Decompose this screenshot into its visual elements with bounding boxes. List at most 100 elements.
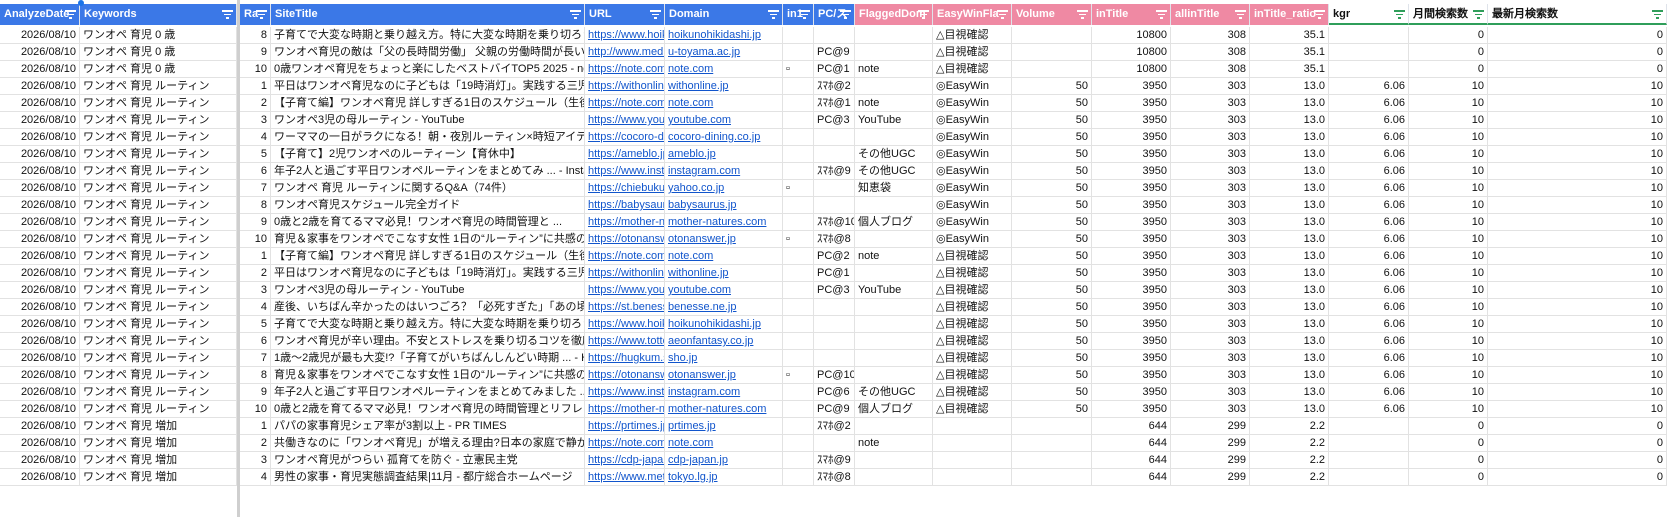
cell-easywin-flag[interactable]: ◎EasyWin <box>933 180 1012 196</box>
cell-allintitle[interactable]: 308 <box>1171 61 1250 77</box>
cell-kgr[interactable]: 6.06 <box>1329 95 1409 111</box>
cell-allintitle[interactable]: 303 <box>1171 163 1250 179</box>
cell-domain[interactable]: hoikunohikidashi.jp <box>665 27 783 43</box>
cell-keywords[interactable]: ワンオペ 育児 ルーティン <box>80 384 237 400</box>
cell-url[interactable]: https://prtimes.jp <box>585 418 665 434</box>
cell-easywin-flag[interactable]: △目視確認 <box>933 27 1012 43</box>
cell-volume[interactable]: 50 <box>1012 197 1092 213</box>
cell-keywords[interactable]: ワンオペ 育児 ルーティン <box>80 265 237 281</box>
cell-domain[interactable]: u-toyama.ac.jp <box>665 44 783 60</box>
cell-site-title[interactable]: ワンオペ育児の敵は「父の長時間労働」 父親の労働時間が長いほど <box>271 44 585 60</box>
cell-url[interactable]: https://www.instagram.com <box>585 163 665 179</box>
cell-site-title[interactable]: 年子2人と過ごす平日ワンオペルーティンをまとめてみました ... <box>271 384 585 400</box>
cell-kgr[interactable]: 6.06 <box>1329 214 1409 230</box>
cell-analyze-date[interactable]: 2026/08/10 <box>0 299 80 315</box>
cell-domain[interactable]: aeonfantasy.co.jp <box>665 333 783 349</box>
column-header-intitle-ratio[interactable]: inTitle_ratio <box>1250 4 1329 25</box>
cell-latest-month-search[interactable]: 0 <box>1488 435 1667 451</box>
cell-rank[interactable]: 9 <box>240 44 271 60</box>
cell-rank[interactable]: 8 <box>240 197 271 213</box>
cell-keywords[interactable]: ワンオペ 育児 ルーティン <box>80 231 237 247</box>
cell-latest-month-search[interactable]: 10 <box>1488 163 1667 179</box>
cell-analyze-date[interactable]: 2026/08/10 <box>0 248 80 264</box>
cell-rank[interactable]: 6 <box>240 333 271 349</box>
cell-url[interactable]: https://cdp-japan.jp <box>585 452 665 468</box>
cell-rank[interactable]: 8 <box>240 27 271 43</box>
cell-kgr[interactable]: 6.06 <box>1329 333 1409 349</box>
cell-intitle[interactable]: 10800 <box>1092 27 1171 43</box>
cell-kgr[interactable] <box>1329 27 1409 43</box>
cell-easywin-flag[interactable]: ◎EasyWin <box>933 231 1012 247</box>
column-header-pc-sp[interactable]: PC/ス <box>814 4 855 25</box>
cell-rank[interactable]: 10 <box>240 231 271 247</box>
cell-allintitle[interactable]: 303 <box>1171 350 1250 366</box>
cell-volume[interactable]: 50 <box>1012 367 1092 383</box>
cell-keywords[interactable]: ワンオペ 育児 ルーティン <box>80 112 237 128</box>
cell-easywin-flag[interactable]: ◎EasyWin <box>933 95 1012 111</box>
cell-latest-month-search[interactable]: 10 <box>1488 333 1667 349</box>
cell-rank[interactable]: 2 <box>240 265 271 281</box>
cell-flagged-domain[interactable] <box>855 78 933 94</box>
cell-rank[interactable]: 7 <box>240 350 271 366</box>
cell-easywin-flag[interactable]: △目視確認 <box>933 333 1012 349</box>
cell-domain[interactable]: note.com <box>665 248 783 264</box>
cell-pc-sp[interactable] <box>814 333 855 349</box>
cell-kgr[interactable]: 6.06 <box>1329 146 1409 162</box>
cell-latest-month-search[interactable]: 0 <box>1488 452 1667 468</box>
cell-kgr[interactable] <box>1329 418 1409 434</box>
cell-flagged-domain[interactable] <box>855 418 933 434</box>
cell-monthly-search[interactable]: 0 <box>1409 27 1488 43</box>
filter-icon[interactable] <box>1314 9 1325 19</box>
cell-allintitle[interactable]: 303 <box>1171 112 1250 128</box>
cell-domain[interactable]: note.com <box>665 95 783 111</box>
cell-keywords[interactable]: ワンオペ 育児 0 歳 <box>80 61 237 77</box>
cell-volume[interactable]: 50 <box>1012 180 1092 196</box>
cell-allintitle[interactable]: 303 <box>1171 78 1250 94</box>
cell-easywin-flag[interactable]: △目視確認 <box>933 350 1012 366</box>
cell-intitle-ratio[interactable]: 2.2 <box>1250 452 1329 468</box>
cell-intitle[interactable]: 644 <box>1092 469 1171 485</box>
cell-intitle[interactable]: 3950 <box>1092 248 1171 264</box>
cell-intitle-ratio[interactable]: 35.1 <box>1250 44 1329 60</box>
cell-intitle-ratio[interactable]: 13.0 <box>1250 129 1329 145</box>
cell-allintitle[interactable]: 303 <box>1171 265 1250 281</box>
cell-volume[interactable]: 50 <box>1012 316 1092 332</box>
column-header-allintitle[interactable]: allinTitle <box>1171 4 1250 25</box>
cell-analyze-date[interactable]: 2026/08/10 <box>0 282 80 298</box>
cell-site-title[interactable]: ワーママの一日がラクになる！朝・夜別ルーティン×時短アイテム <box>271 129 585 145</box>
frozen-column-divider[interactable] <box>237 0 240 517</box>
column-header-url[interactable]: URL <box>585 4 665 25</box>
cell-url[interactable]: https://www.instagram.com <box>585 384 665 400</box>
column-header-intitle[interactable]: inTitle <box>1092 4 1171 25</box>
cell-easywin-flag[interactable]: ◎EasyWin <box>933 163 1012 179</box>
cell-intitle[interactable]: 3950 <box>1092 112 1171 128</box>
cell-in1[interactable] <box>783 316 814 332</box>
cell-easywin-flag[interactable]: ◎EasyWin <box>933 112 1012 128</box>
cell-latest-month-search[interactable]: 10 <box>1488 231 1667 247</box>
cell-in1[interactable] <box>783 418 814 434</box>
cell-url[interactable]: https://st.benesse.ne.jp <box>585 299 665 315</box>
cell-in1[interactable] <box>783 401 814 417</box>
cell-url[interactable]: https://note.com <box>585 95 665 111</box>
cell-pc-sp[interactable] <box>814 350 855 366</box>
cell-keywords[interactable]: ワンオペ 育児 ルーティン <box>80 316 237 332</box>
cell-volume[interactable] <box>1012 44 1092 60</box>
cell-monthly-search[interactable]: 10 <box>1409 197 1488 213</box>
cell-url[interactable]: https://hugkum.sho.jp <box>585 350 665 366</box>
cell-allintitle[interactable]: 303 <box>1171 180 1250 196</box>
cell-kgr[interactable] <box>1329 61 1409 77</box>
cell-allintitle[interactable]: 303 <box>1171 95 1250 111</box>
cell-domain[interactable]: tokyo.lg.jp <box>665 469 783 485</box>
cell-domain[interactable]: withonline.jp <box>665 265 783 281</box>
cell-url[interactable]: https://www.youtube.com <box>585 112 665 128</box>
cell-easywin-flag[interactable]: △目視確認 <box>933 44 1012 60</box>
cell-pc-sp[interactable]: ｽﾏﾎ@1 <box>814 95 855 111</box>
cell-pc-sp[interactable]: PC@10 <box>814 367 855 383</box>
filter-icon[interactable] <box>997 9 1008 19</box>
cell-flagged-domain[interactable] <box>855 367 933 383</box>
cell-url[interactable]: https://note.com <box>585 435 665 451</box>
cell-pc-sp[interactable]: ｽﾏﾎ@8 <box>814 469 855 485</box>
cell-monthly-search[interactable]: 10 <box>1409 265 1488 281</box>
filter-icon[interactable] <box>570 9 581 19</box>
cell-site-title[interactable]: ワンオペ 育児 ルーティンに関するQ&A（74件） <box>271 180 585 196</box>
